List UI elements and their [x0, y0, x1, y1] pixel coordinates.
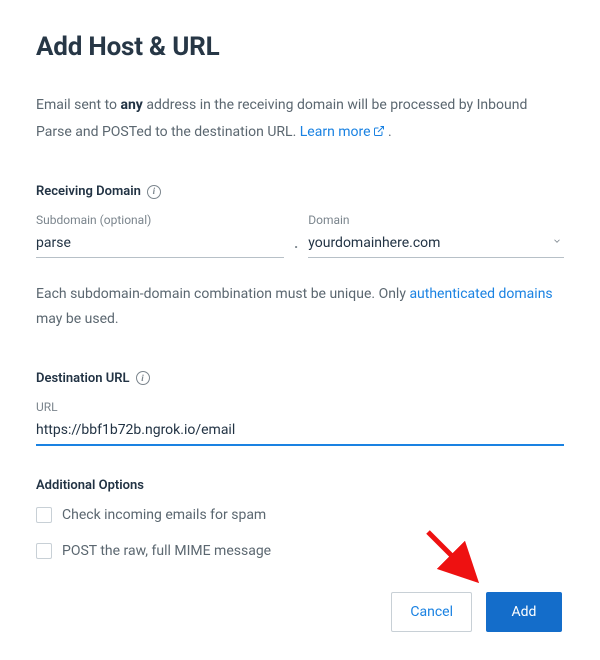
destination-url-label-text: Destination URL: [36, 371, 130, 386]
page-title: Add Host & URL: [36, 32, 564, 62]
subdomain-label: Subdomain (optional): [36, 213, 284, 227]
url-label: URL: [36, 400, 564, 414]
destination-url-label: Destination URL i: [36, 371, 564, 386]
raw-mime-row[interactable]: POST the raw, full MIME message: [36, 543, 564, 559]
receiving-domain-label-text: Receiving Domain: [36, 184, 141, 199]
additional-options-label: Additional Options: [36, 478, 564, 493]
unique-note-prefix: Each subdomain-domain combination must b…: [36, 286, 409, 302]
learn-more-text: Learn more: [300, 124, 371, 140]
authenticated-domains-link[interactable]: authenticated domains: [409, 286, 552, 302]
learn-more-link[interactable]: Learn more: [300, 124, 385, 140]
raw-mime-label: POST the raw, full MIME message: [62, 543, 271, 559]
info-icon[interactable]: i: [147, 185, 161, 199]
add-button[interactable]: Add: [486, 592, 562, 632]
intro-bold: any: [120, 97, 142, 113]
additional-options-label-text: Additional Options: [36, 478, 144, 493]
subdomain-input[interactable]: [36, 231, 284, 258]
cancel-button[interactable]: Cancel: [391, 592, 472, 632]
receiving-domain-label: Receiving Domain i: [36, 184, 564, 199]
intro-period: .: [385, 124, 392, 140]
domain-label: Domain: [308, 213, 564, 227]
spam-checkbox[interactable]: [36, 507, 52, 523]
intro-prefix: Email sent to: [36, 97, 120, 113]
domain-separator: .: [292, 236, 300, 258]
spam-check-label: Check incoming emails for spam: [62, 507, 266, 523]
intro-text: Email sent to any address in the receivi…: [36, 92, 564, 146]
raw-mime-checkbox[interactable]: [36, 543, 52, 559]
domain-select[interactable]: [308, 231, 564, 258]
unique-note: Each subdomain-domain combination must b…: [36, 282, 564, 332]
spam-check-row[interactable]: Check incoming emails for spam: [36, 507, 564, 523]
external-link-icon: [373, 120, 385, 147]
destination-url-input[interactable]: [36, 418, 564, 446]
info-icon[interactable]: i: [136, 371, 150, 385]
unique-note-suffix: may be used.: [36, 311, 119, 327]
